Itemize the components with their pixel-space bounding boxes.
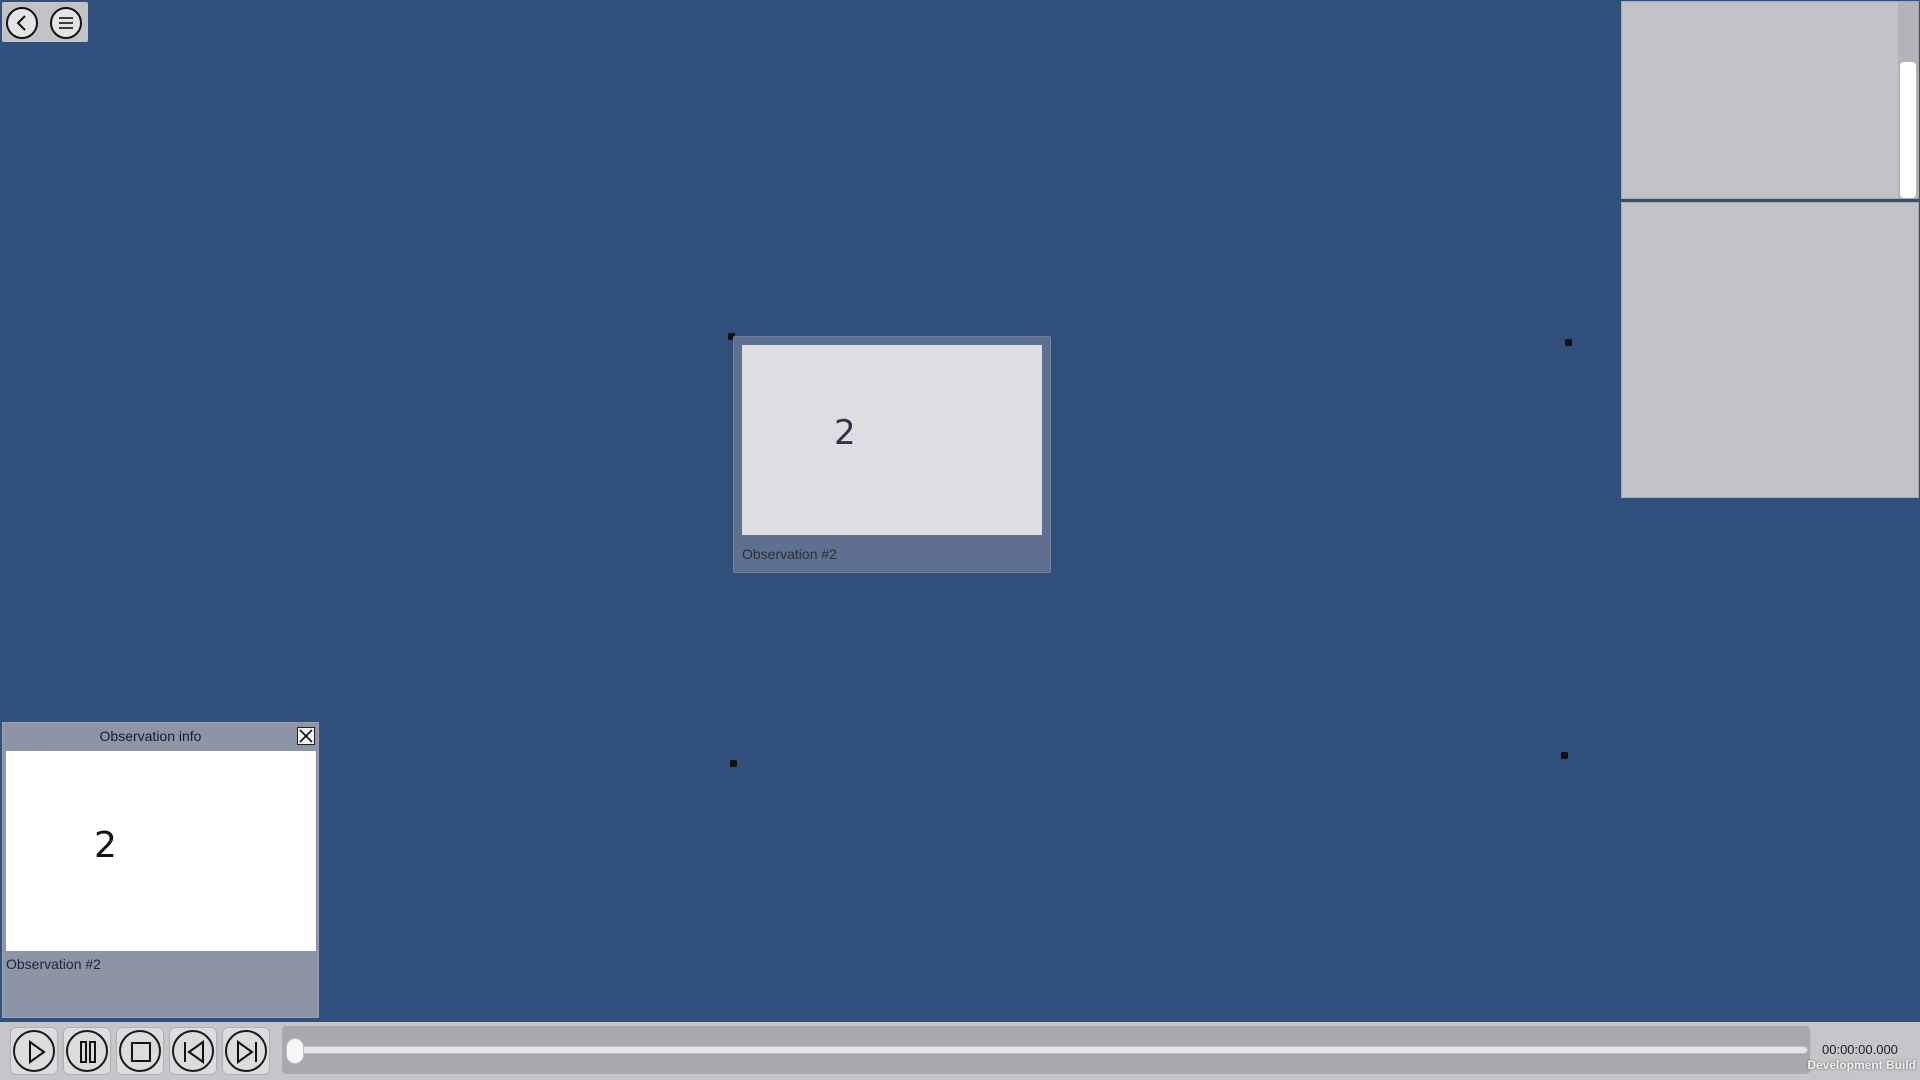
- marker[interactable]: [1561, 752, 1568, 759]
- menu-icon: [59, 17, 73, 29]
- skip-back-icon: [184, 1040, 204, 1064]
- marker[interactable]: [730, 760, 737, 767]
- back-button[interactable]: [6, 7, 38, 39]
- skip-forward-icon: [237, 1040, 257, 1064]
- observation-preview: 2: [6, 751, 316, 951]
- skip-forward-button[interactable]: [222, 1027, 270, 1075]
- timeline-slider[interactable]: [290, 1046, 1808, 1054]
- observation-card[interactable]: 2 Observation #2: [733, 336, 1051, 573]
- right-panel-bottom: [1621, 202, 1919, 498]
- close-icon: [299, 729, 313, 743]
- playback-bar: 00:00:00.000: [0, 1022, 1920, 1080]
- time-readout: 00:00:00.000: [1822, 1042, 1898, 1057]
- observation-info-panel: Observation info 2 Observation #2: [2, 722, 319, 1018]
- top-nav: [2, 2, 88, 42]
- play-icon: [29, 1040, 46, 1064]
- panel-title: Observation info: [99, 728, 202, 744]
- stop-button[interactable]: [116, 1027, 164, 1075]
- development-build-label: Development Build: [1807, 1058, 1916, 1072]
- scrollbar-track[interactable]: [1898, 2, 1918, 198]
- right-panel-top: [1621, 1, 1919, 199]
- pause-icon: [80, 1041, 96, 1063]
- menu-button[interactable]: [50, 7, 82, 39]
- marker[interactable]: [1565, 339, 1572, 346]
- stop-icon: [131, 1042, 151, 1062]
- observation-label: Observation #2: [742, 546, 837, 562]
- timeline-handle[interactable]: [286, 1038, 304, 1064]
- observation-number: 2: [834, 413, 856, 453]
- close-button[interactable]: [297, 727, 315, 745]
- play-button[interactable]: [10, 1027, 58, 1075]
- scrollbar-thumb[interactable]: [1900, 62, 1916, 198]
- skip-back-button[interactable]: [169, 1027, 217, 1075]
- observation-preview: 2: [742, 345, 1042, 535]
- pause-button[interactable]: [63, 1027, 111, 1075]
- observation-label: Observation #2: [6, 956, 101, 972]
- observation-number: 2: [94, 825, 117, 866]
- chevron-left-icon: [16, 15, 26, 31]
